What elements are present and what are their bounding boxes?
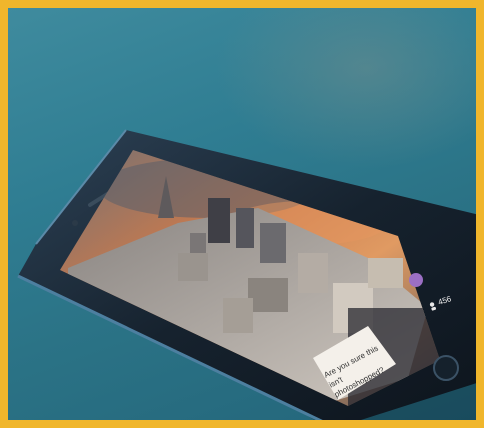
image-frame: 456 Are you sure this isn't photoshopped… <box>0 0 484 428</box>
phone-photo <box>17 129 476 420</box>
front-camera <box>72 220 78 226</box>
home-button[interactable] <box>433 355 459 381</box>
desk-background: 456 Are you sure this isn't photoshopped… <box>8 8 476 420</box>
heart-icon[interactable] <box>409 273 423 287</box>
